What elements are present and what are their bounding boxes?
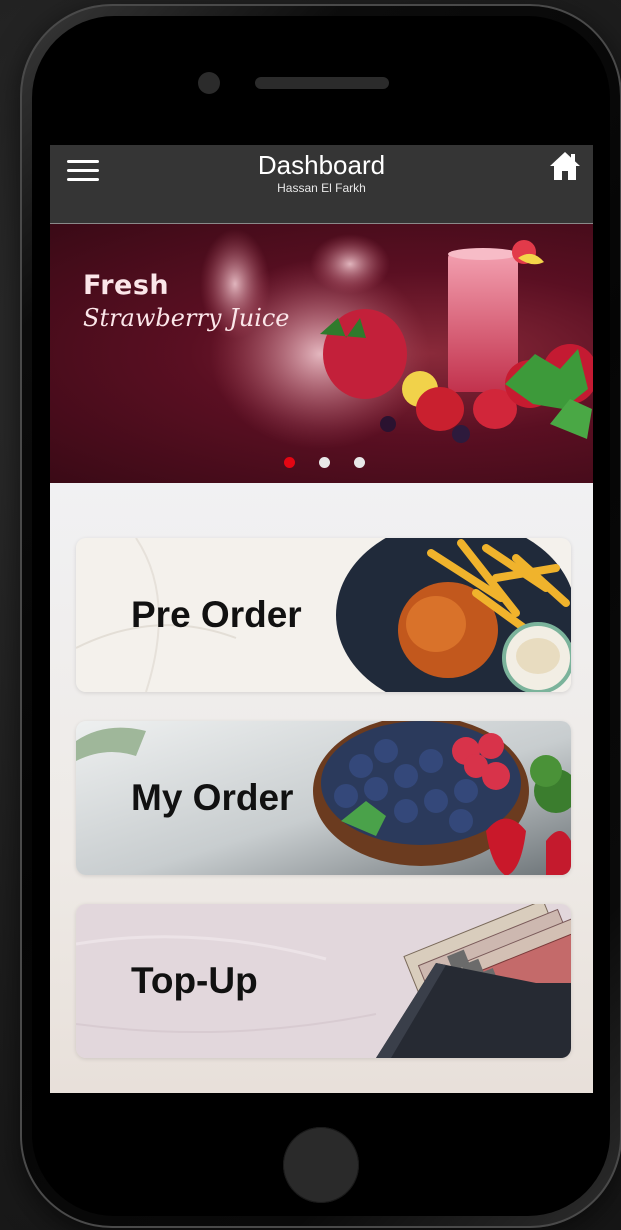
- pre-order-label: Pre Order: [131, 594, 302, 635]
- top-up-label: Top-Up: [131, 960, 258, 1001]
- my-order-label: My Order: [131, 777, 294, 818]
- top-up-card[interactable]: Top-Up: [76, 904, 571, 1058]
- pre-order-card[interactable]: Pre Order: [76, 538, 571, 692]
- promo-banner[interactable]: Fresh Strawberry Juice: [50, 224, 593, 483]
- page-title: Dashboard: [257, 150, 386, 180]
- my-order-card[interactable]: My Order: [76, 721, 571, 875]
- carousel-dot-1[interactable]: [284, 457, 295, 468]
- user-name: Hassan El Farkh: [277, 181, 366, 195]
- home-icon[interactable]: [549, 151, 581, 181]
- phone-home-button[interactable]: [283, 1127, 359, 1203]
- banner-illustration: [200, 229, 593, 449]
- carousel-dot-2[interactable]: [319, 457, 330, 468]
- banner-subtitle: Strawberry Juice: [83, 304, 290, 332]
- app-header: Dashboard Hassan El Farkh: [50, 145, 593, 224]
- earpiece-speaker: [255, 77, 389, 89]
- app-screen: Dashboard Hassan El Farkh Fresh Strawber…: [50, 145, 593, 1093]
- carousel-dot-3[interactable]: [354, 457, 365, 468]
- front-camera: [198, 72, 220, 94]
- banner-title: Fresh: [83, 270, 170, 301]
